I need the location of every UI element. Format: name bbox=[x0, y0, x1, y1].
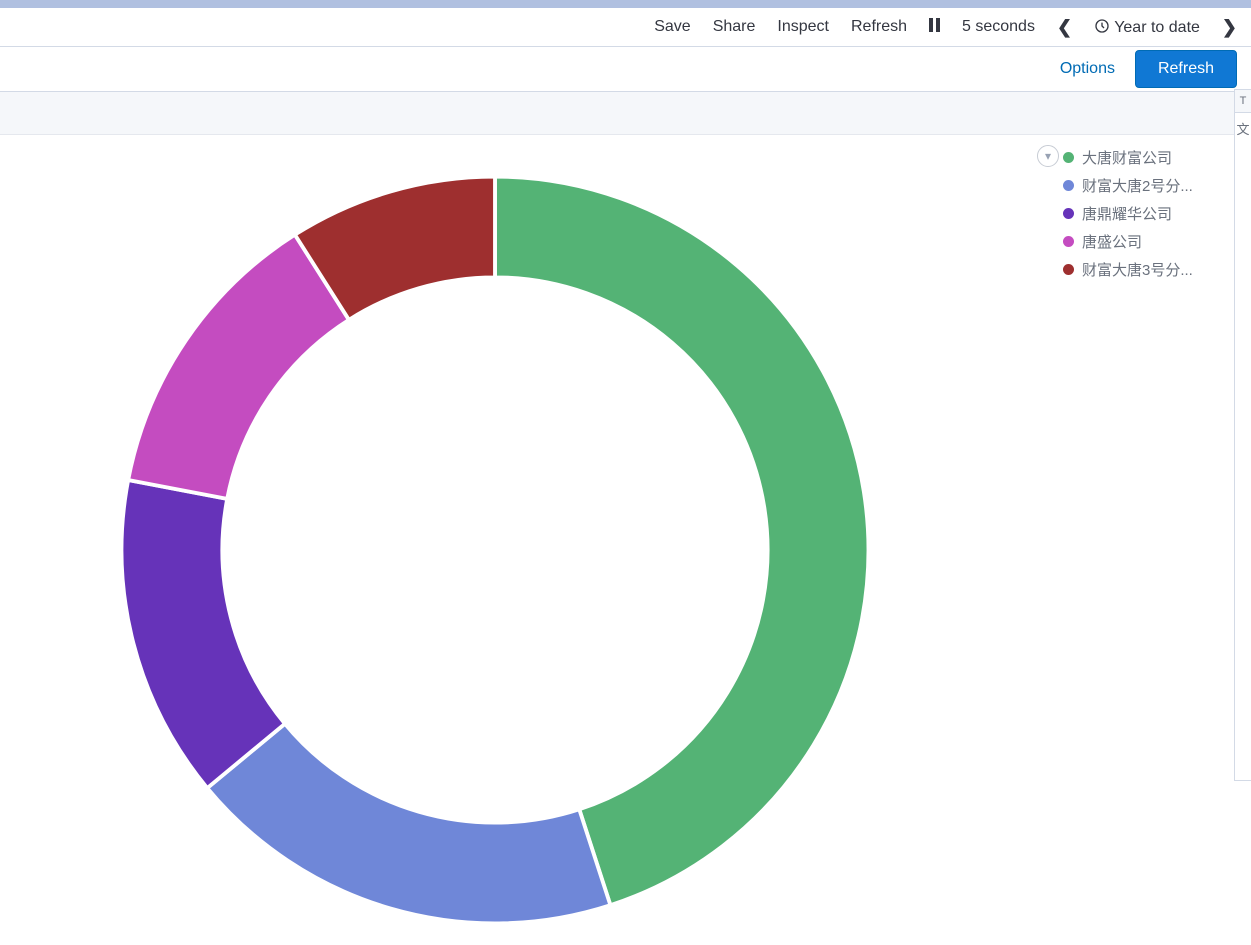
save-button[interactable]: Save bbox=[654, 18, 690, 36]
legend-item[interactable]: 财富大唐2号分... bbox=[1063, 171, 1223, 199]
clock-icon bbox=[1094, 19, 1114, 36]
filter-strip bbox=[0, 92, 1251, 135]
editor-bar: Options Refresh bbox=[0, 47, 1251, 92]
donut-chart[interactable] bbox=[110, 165, 880, 935]
share-button[interactable]: Share bbox=[713, 18, 756, 36]
side-panel-tab[interactable]: T bbox=[1235, 90, 1251, 113]
time-range-picker[interactable]: Year to date bbox=[1094, 18, 1200, 37]
legend-swatch bbox=[1063, 180, 1074, 191]
donut-slice[interactable] bbox=[122, 480, 285, 788]
window-top-accent bbox=[0, 0, 1251, 8]
legend-label: 财富大唐3号分... bbox=[1082, 259, 1193, 280]
legend-swatch bbox=[1063, 236, 1074, 247]
donut-slice[interactable] bbox=[128, 235, 349, 499]
legend-swatch bbox=[1063, 208, 1074, 219]
refresh-interval[interactable]: 5 seconds bbox=[962, 18, 1035, 36]
legend-label: 唐鼎耀华公司 bbox=[1082, 203, 1172, 224]
legend-item[interactable]: 大唐财富公司 bbox=[1063, 143, 1223, 171]
top-toolbar: Save Share Inspect Refresh 5 seconds ❮ Y… bbox=[0, 8, 1251, 47]
time-range-label: Year to date bbox=[1114, 19, 1200, 36]
donut-slice[interactable] bbox=[495, 177, 868, 906]
inspect-button[interactable]: Inspect bbox=[777, 18, 829, 36]
refresh-button[interactable]: Refresh bbox=[1135, 50, 1237, 88]
legend-label: 唐盛公司 bbox=[1082, 231, 1142, 252]
donut-slice[interactable] bbox=[207, 724, 610, 924]
side-panel-char: 文 bbox=[1235, 113, 1251, 138]
visualization-area: ▾ 大唐财富公司财富大唐2号分... 唐鼎耀华公司唐盛公司财富大唐3号分... bbox=[0, 135, 1251, 945]
legend-swatch bbox=[1063, 152, 1074, 163]
side-panel-collapsed[interactable]: T 文 bbox=[1234, 89, 1251, 781]
legend-label: 财富大唐2号分... bbox=[1082, 175, 1193, 196]
pause-icon[interactable] bbox=[929, 18, 940, 37]
chart-legend: ▾ 大唐财富公司财富大唐2号分...唐鼎耀华公司唐盛公司财富大唐3号分... bbox=[1063, 143, 1223, 283]
time-range-prev-icon[interactable]: ❮ bbox=[1057, 17, 1072, 38]
legend-item[interactable]: 财富大唐3号分... bbox=[1063, 255, 1223, 283]
options-link[interactable]: Options bbox=[1040, 60, 1135, 78]
legend-collapse-icon[interactable]: ▾ bbox=[1037, 145, 1059, 167]
legend-item[interactable]: 唐鼎耀华公司 bbox=[1063, 199, 1223, 227]
legend-swatch bbox=[1063, 264, 1074, 275]
refresh-link[interactable]: Refresh bbox=[851, 18, 907, 36]
legend-label: 大唐财富公司 bbox=[1082, 147, 1172, 168]
time-range-next-icon[interactable]: ❯ bbox=[1222, 17, 1237, 38]
legend-item[interactable]: 唐盛公司 bbox=[1063, 227, 1223, 255]
